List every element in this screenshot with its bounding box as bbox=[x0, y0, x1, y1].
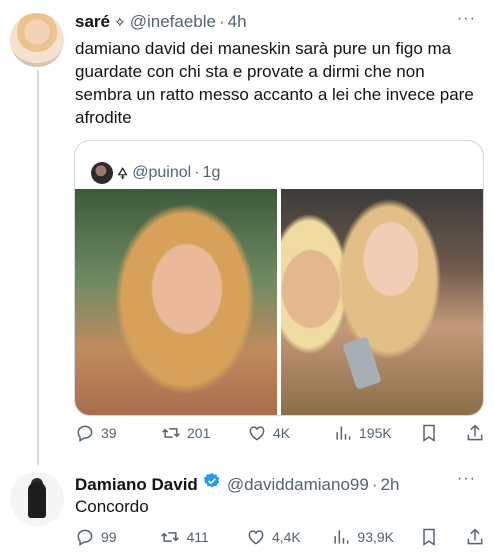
quote-separator: · bbox=[194, 163, 200, 181]
thread-line bbox=[37, 70, 39, 465]
like-count: 4K bbox=[273, 425, 291, 441]
share-icon bbox=[467, 424, 483, 441]
reply-count: 39 bbox=[101, 425, 117, 441]
verified-badge-icon bbox=[203, 473, 220, 488]
avatar[interactable] bbox=[10, 13, 64, 67]
reply-retweet-count: 411 bbox=[186, 529, 209, 545]
author-name[interactable]: saré bbox=[75, 12, 110, 32]
quoted-tweet[interactable]: 🜍 @puinol · 1g bbox=[74, 140, 484, 416]
retweet-count: 201 bbox=[187, 425, 211, 441]
bookmark-button[interactable] bbox=[419, 423, 439, 443]
author-handle[interactable]: @inefaeble bbox=[130, 12, 216, 32]
reply-like-button[interactable]: 4,4K bbox=[246, 527, 306, 547]
share-button[interactable] bbox=[465, 423, 485, 443]
bookmark-icon bbox=[423, 528, 436, 546]
reply-views-count: 93,9K bbox=[357, 529, 394, 545]
bookmark-icon bbox=[423, 424, 435, 442]
retweet-icon bbox=[162, 428, 180, 438]
share-icon bbox=[467, 528, 483, 545]
like-icon bbox=[248, 530, 264, 545]
reply-reply-button[interactable]: 99 bbox=[75, 527, 135, 547]
quote-header: 🜍 @puinol · 1g bbox=[91, 156, 220, 189]
views-count: 195K bbox=[359, 425, 392, 441]
reply-header: Damiano David @daviddamiano99 · 2h bbox=[75, 472, 399, 495]
views-button[interactable]: 195K bbox=[333, 423, 393, 443]
author-symbol: ✧ bbox=[113, 14, 126, 30]
like-icon bbox=[249, 426, 265, 441]
quote-handle: @puinol bbox=[132, 163, 192, 181]
reply-text: Concordo bbox=[75, 497, 149, 516]
retweet-icon bbox=[161, 532, 180, 542]
quote-timestamp: 1g bbox=[202, 163, 221, 181]
reply-reply-count: 99 bbox=[101, 529, 117, 545]
reply-views-button[interactable]: 93,9K bbox=[331, 527, 394, 547]
reply-author-handle[interactable]: @daviddamiano99 bbox=[227, 475, 369, 495]
views-icon bbox=[334, 530, 349, 544]
tweet-text: damiano david dei maneskin sarà pure un … bbox=[75, 39, 474, 127]
reply-separator: · bbox=[371, 475, 378, 494]
reply-avatar[interactable] bbox=[10, 472, 64, 526]
tweet-header: saré ✧ @inefaeble · 4h bbox=[75, 12, 247, 32]
reply-like-count: 4,4K bbox=[271, 529, 301, 545]
retweet-button[interactable]: 201 bbox=[161, 423, 221, 443]
reply-icon bbox=[77, 425, 93, 442]
reply-share-button[interactable] bbox=[465, 527, 485, 547]
reply-icon bbox=[77, 529, 93, 546]
reply-button[interactable]: 39 bbox=[75, 423, 135, 443]
views-icon bbox=[336, 426, 351, 440]
like-button[interactable]: 4K bbox=[247, 423, 307, 443]
quote-photo-2[interactable] bbox=[281, 189, 483, 415]
separator: · bbox=[218, 12, 225, 31]
reply-more-options-button[interactable]: ··· bbox=[457, 470, 476, 488]
quote-avatar bbox=[91, 161, 113, 184]
timestamp[interactable]: 4h bbox=[228, 12, 247, 32]
reply-actions: 99 411 4,4K 93,9K bbox=[75, 527, 485, 547]
quote-photo-1[interactable] bbox=[75, 189, 277, 415]
quote-author-symbol: 🜍 bbox=[117, 166, 129, 183]
more-options-button[interactable]: ··· bbox=[457, 10, 476, 28]
tweet-actions: 39 201 4K 195K bbox=[75, 423, 485, 443]
reply-bookmark-button[interactable] bbox=[419, 527, 439, 547]
reply-timestamp[interactable]: 2h bbox=[381, 475, 400, 495]
reply-author-name[interactable]: Damiano David bbox=[75, 475, 198, 495]
reply-retweet-button[interactable]: 411 bbox=[160, 527, 220, 547]
